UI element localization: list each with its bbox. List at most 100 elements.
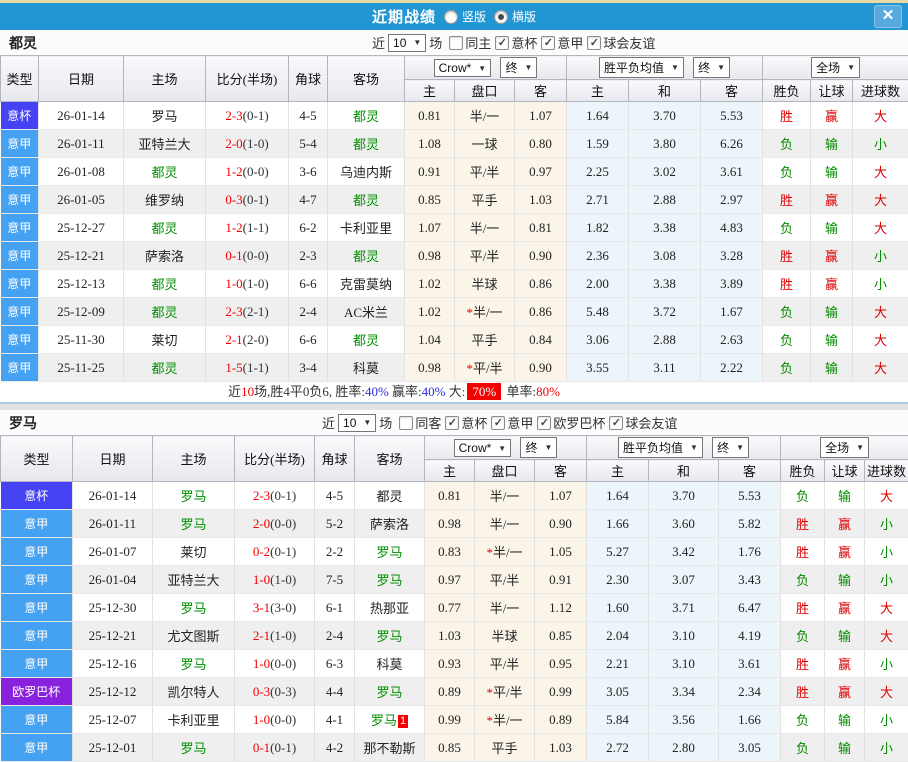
- home-team-cell: 莱切: [124, 326, 206, 354]
- result-goals-cell: 小: [865, 706, 908, 734]
- result-wdl-cell: 负: [763, 158, 811, 186]
- league-cell: 意甲: [1, 510, 73, 538]
- odds-time-select[interactable]: 终▼: [520, 437, 557, 458]
- score-cell: 2-0(1-0): [206, 130, 289, 158]
- checkbox-checked-icon[interactable]: ✓: [609, 416, 623, 430]
- league-cell: 意杯: [1, 482, 73, 510]
- result-handicap-cell: 赢: [825, 538, 865, 566]
- checkbox-unchecked-icon[interactable]: [399, 416, 413, 430]
- mean-home-cell: 3.55: [567, 354, 629, 382]
- corner-cell: 6-6: [289, 270, 328, 298]
- match-row: 意甲25-11-30莱切2-1(2-0)6-6都灵1.04平手0.843.062…: [1, 326, 908, 354]
- date-cell: 25-12-21: [73, 622, 153, 650]
- odds-group-header: Crow*▼ 终▼: [405, 56, 567, 80]
- handicap-cell: 平/半: [455, 158, 515, 186]
- mean-home-cell: 2.21: [587, 650, 649, 678]
- filter-checkbox[interactable]: ✓球会友谊: [587, 33, 655, 52]
- league-cell: 意杯: [1, 102, 39, 130]
- result-handicap-cell: 赢: [811, 186, 853, 214]
- home-odds-cell: 0.89: [425, 678, 475, 706]
- away-odds-cell: 0.86: [515, 270, 567, 298]
- filter-checkbox[interactable]: ✓意杯: [495, 33, 537, 52]
- odds-group-header: Crow*▼ 终▼: [425, 436, 587, 460]
- col-away: 客场: [328, 56, 405, 102]
- date-cell: 25-12-01: [73, 734, 153, 762]
- match-row: 意杯26-01-14罗马2-3(0-1)4-5都灵0.81半/一1.071.64…: [1, 102, 908, 130]
- filter-checkbox[interactable]: ✓球会友谊: [609, 413, 677, 432]
- corner-cell: 4-7: [289, 186, 328, 214]
- subcol-result-wdl: 胜负: [781, 460, 825, 482]
- home-team-cell: 亚特兰大: [153, 566, 235, 594]
- games-count-select[interactable]: 10▼: [388, 34, 426, 52]
- subcol-mean-draw: 和: [649, 460, 719, 482]
- mean-time-select[interactable]: 终▼: [693, 57, 730, 78]
- checkbox-unchecked-icon[interactable]: [449, 36, 463, 50]
- filter-checkbox[interactable]: ✓意甲: [541, 33, 583, 52]
- away-team-cell: 热那亚: [355, 594, 425, 622]
- result-goals-cell: 大: [853, 354, 908, 382]
- date-cell: 25-12-09: [39, 298, 124, 326]
- mean-home-cell: 2.30: [587, 566, 649, 594]
- checkbox-checked-icon[interactable]: ✓: [541, 36, 555, 50]
- filter-checkbox-group: 同主✓意杯✓意甲✓球会友谊: [445, 33, 655, 52]
- checkbox-checked-icon[interactable]: ✓: [445, 416, 459, 430]
- team-section-header-roma: 罗马 近 10▼ 场 同客✓意杯✓意甲✓欧罗巴杯✓球会友谊: [0, 410, 908, 435]
- away-odds-cell: 0.85: [535, 622, 587, 650]
- mean-away-cell: 6.26: [701, 130, 763, 158]
- odds-source-select[interactable]: Crow*▼: [454, 439, 512, 457]
- home-team-cell: 罗马: [153, 510, 235, 538]
- mean-time-select[interactable]: 终▼: [712, 437, 749, 458]
- subcol-result-handicap: 让球: [811, 80, 853, 102]
- subcol-odds-away: 客: [515, 80, 567, 102]
- mean-draw-cell: 3.70: [649, 482, 719, 510]
- result-wdl-cell: 胜: [763, 186, 811, 214]
- filter-checkbox[interactable]: ✓意杯: [445, 413, 487, 432]
- filter-checkbox[interactable]: 同客: [399, 413, 441, 432]
- odds-time-select[interactable]: 终▼: [500, 57, 537, 78]
- result-group-header: 全场▼: [763, 56, 908, 80]
- date-cell: 25-12-13: [39, 270, 124, 298]
- layout-radio-vertical[interactable]: [444, 10, 458, 24]
- checkbox-checked-icon[interactable]: ✓: [537, 416, 551, 430]
- result-handicap-cell: 赢: [811, 270, 853, 298]
- home-odds-cell: 0.85: [405, 186, 455, 214]
- chevron-down-icon: ▼: [363, 418, 371, 427]
- result-handicap-cell: 输: [811, 158, 853, 186]
- result-wdl-cell: 负: [781, 734, 825, 762]
- odds-source-select[interactable]: Crow*▼: [434, 59, 492, 77]
- checkbox-checked-icon[interactable]: ✓: [587, 36, 601, 50]
- filter-checkbox[interactable]: 同主: [449, 33, 491, 52]
- league-cell: 意甲: [1, 270, 39, 298]
- filter-checkbox[interactable]: ✓意甲: [491, 413, 533, 432]
- mean-source-select[interactable]: 胜平负均值▼: [599, 57, 684, 78]
- checkbox-checked-icon[interactable]: ✓: [491, 416, 505, 430]
- subcol-mean-away: 客: [701, 80, 763, 102]
- mean-draw-cell: 3.11: [629, 354, 701, 382]
- home-team-cell: 卡利亚里: [153, 706, 235, 734]
- mean-home-cell: 2.04: [587, 622, 649, 650]
- score-cell: 2-1(2-0): [206, 326, 289, 354]
- close-icon[interactable]: ✕: [874, 5, 902, 28]
- corner-cell: 2-4: [315, 622, 355, 650]
- home-odds-cell: 1.07: [405, 214, 455, 242]
- mean-draw-cell: 3.38: [629, 214, 701, 242]
- mean-away-cell: 2.63: [701, 326, 763, 354]
- filter-checkbox[interactable]: ✓欧罗巴杯: [537, 413, 605, 432]
- away-odds-cell: 1.12: [535, 594, 587, 622]
- result-scope-select[interactable]: 全场▼: [811, 57, 860, 78]
- red-card-badge: 1: [398, 715, 408, 728]
- subcol-odds-home: 主: [405, 80, 455, 102]
- home-team-cell: 亚特兰大: [124, 130, 206, 158]
- games-count-select[interactable]: 10▼: [338, 414, 376, 432]
- layout-radio-vertical-label[interactable]: 竖版: [462, 8, 486, 25]
- away-odds-cell: 0.84: [515, 326, 567, 354]
- layout-radio-horizontal[interactable]: [494, 10, 508, 24]
- layout-radio-horizontal-label[interactable]: 横版: [512, 8, 536, 25]
- date-cell: 25-12-30: [73, 594, 153, 622]
- date-cell: 26-01-05: [39, 186, 124, 214]
- summary-segment: 40%: [422, 384, 446, 399]
- mean-home-cell: 2.71: [567, 186, 629, 214]
- checkbox-checked-icon[interactable]: ✓: [495, 36, 509, 50]
- mean-source-select[interactable]: 胜平负均值▼: [618, 437, 703, 458]
- result-scope-select[interactable]: 全场▼: [820, 437, 869, 458]
